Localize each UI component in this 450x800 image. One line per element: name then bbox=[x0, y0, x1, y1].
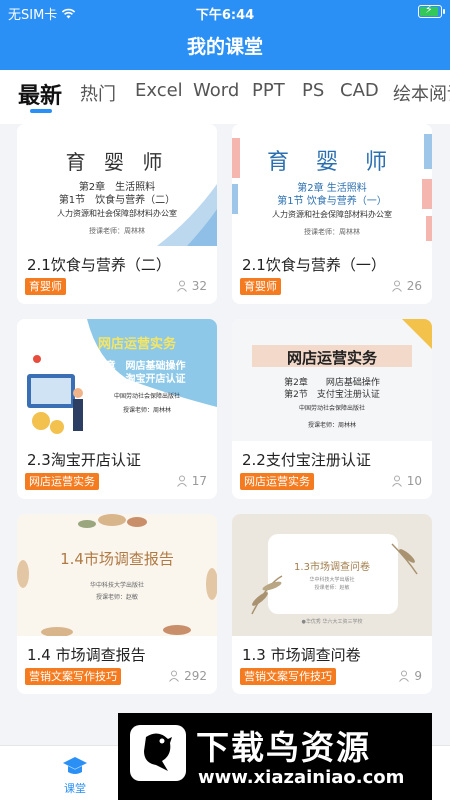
tab-ppt[interactable]: PPT bbox=[252, 80, 285, 101]
tab-cad[interactable]: CAD bbox=[340, 80, 379, 101]
watermark-url: www.xiazainiao.com bbox=[198, 767, 405, 788]
nav-classroom-label: 课堂 bbox=[64, 782, 86, 795]
learner-count: 9 bbox=[398, 669, 422, 683]
thumb-heading: 育 婴 师 bbox=[65, 150, 169, 174]
thumb-line: 授课老师：周林林 bbox=[89, 227, 145, 235]
category-tabs: 最新 热门 Excel Word PPT PS CAD 绘本阅读 bbox=[0, 70, 450, 124]
thumb-heading: 网店运营实务 bbox=[286, 349, 377, 367]
course-title: 2.2支付宝注册认证 bbox=[242, 451, 371, 469]
learner-count: 10 bbox=[391, 474, 422, 488]
thumb-decoration bbox=[17, 514, 217, 636]
course-thumbnail: 网店运营实务 第2章 网店基础操作 第3节 淘宝开店认证 中国劳动社会保障出版社… bbox=[17, 319, 217, 441]
learner-count-value: 10 bbox=[406, 474, 422, 488]
course-thumbnail: 育 婴 师 第2章 生活照料 第1节 饮食与营养（二） 人力资源和社会保障部材料… bbox=[17, 124, 217, 246]
tab-hot[interactable]: 热门 bbox=[80, 80, 116, 106]
thumb-line: ●华优秀 华六大工资三学校 bbox=[301, 619, 363, 625]
course-title: 2.1饮食与营养（一） bbox=[242, 256, 386, 274]
learner-count-value: 292 bbox=[184, 669, 207, 683]
thumb-heading: 育 婴 师 bbox=[267, 150, 397, 175]
active-tab-indicator bbox=[30, 109, 52, 113]
thumb-line: 人力资源和社会保障部材料办公室 bbox=[272, 210, 392, 219]
thumb-line: 中国劳动社会保障出版社 bbox=[113, 393, 180, 400]
person-icon bbox=[176, 280, 187, 292]
thumb-line: 授课老师：周林林 bbox=[122, 407, 171, 414]
course-tag: 网店运营实务 bbox=[25, 473, 99, 490]
clock: 下午6:44 bbox=[195, 8, 255, 23]
tab-latest[interactable]: 最新 bbox=[18, 78, 62, 110]
battery-icon: ⚡ bbox=[418, 3, 445, 18]
thumb-line: 第3节 淘宝开店认证 bbox=[88, 374, 186, 385]
thumb-line: 授课老师：周林林 bbox=[304, 228, 360, 236]
course-title: 2.3淘宝开店认证 bbox=[27, 451, 141, 469]
nav-classroom[interactable]: 课堂 bbox=[45, 754, 105, 796]
course-tag: 营销文案写作技巧 bbox=[240, 668, 336, 685]
course-tag: 网店运营实务 bbox=[240, 473, 314, 490]
course-title: 2.1饮食与营养（二） bbox=[27, 256, 171, 274]
thumb-line: 授课老师：周林林 bbox=[307, 422, 356, 429]
person-icon bbox=[399, 670, 410, 682]
person-icon bbox=[391, 280, 402, 292]
course-card[interactable]: 育 婴 师 第2章 生活照料 第1节 饮食与营养（一） 人力资源和社会保障部材料… bbox=[232, 124, 432, 304]
course-thumbnail: 1.4市场调查报告 华中科技大学出版社 授课老师：赵敏 bbox=[17, 514, 217, 636]
thumb-line: 第2节 支付宝注册认证 bbox=[284, 390, 380, 400]
page-title: 我的课堂 bbox=[0, 24, 450, 70]
course-tag: 育婴师 bbox=[240, 278, 281, 295]
thumb-line: 华中科技大学出版社 bbox=[309, 577, 355, 583]
graduation-cap-icon bbox=[63, 757, 87, 774]
thumb-line: 授课老师：赵敏 bbox=[314, 585, 350, 591]
thumb-heading: 1.4市场调查报告 bbox=[60, 550, 174, 568]
learner-count: 32 bbox=[176, 279, 207, 293]
thumb-line: 第1节 饮食与营养（二） bbox=[58, 195, 176, 206]
learner-count: 292 bbox=[168, 669, 207, 683]
learner-count-value: 26 bbox=[406, 279, 422, 293]
thumb-heading: 网店运营实务 bbox=[97, 337, 176, 352]
thumb-heading: 1.3市场调查问卷 bbox=[294, 562, 370, 573]
course-title: 1.4 市场调查报告 bbox=[27, 646, 146, 664]
course-card[interactable]: 网店运营实务 第2章 网店基础操作 第2节 支付宝注册认证 中国劳动社会保障出版… bbox=[232, 319, 432, 499]
tab-word[interactable]: Word bbox=[193, 80, 239, 101]
tab-ps[interactable]: PS bbox=[302, 80, 324, 101]
learner-count: 17 bbox=[176, 474, 207, 488]
course-card[interactable]: 育 婴 师 第2章 生活照料 第1节 饮食与营养（二） 人力资源和社会保障部材料… bbox=[17, 124, 217, 304]
watermark-banner: 下载鸟资源 www.xiazainiao.com bbox=[118, 713, 432, 800]
person-icon bbox=[391, 475, 402, 487]
person-icon bbox=[169, 670, 179, 682]
course-thumbnail: 网店运营实务 第2章 网店基础操作 第2节 支付宝注册认证 中国劳动社会保障出版… bbox=[232, 319, 432, 441]
thumb-line: 授课老师：赵敏 bbox=[95, 594, 138, 601]
learner-count-value: 9 bbox=[414, 669, 422, 683]
course-card[interactable]: 网店运营实务 第2章 网店基础操作 第3节 淘宝开店认证 中国劳动社会保障出版社… bbox=[17, 319, 217, 499]
course-title: 1.3 市场调查问卷 bbox=[242, 646, 361, 664]
course-card[interactable]: 1.3市场调查问卷 华中科技大学出版社 授课老师：赵敏 ●华优秀 华六大工资三学… bbox=[232, 514, 432, 694]
course-thumbnail: 育 婴 师 第2章 生活照料 第1节 饮食与营养（一） 人力资源和社会保障部材料… bbox=[232, 124, 432, 246]
tab-excel[interactable]: Excel bbox=[135, 80, 183, 101]
learner-count-value: 17 bbox=[191, 474, 207, 488]
person-icon bbox=[176, 475, 187, 487]
course-tag: 营销文案写作技巧 bbox=[25, 668, 121, 685]
learner-count-value: 32 bbox=[191, 279, 207, 293]
status-bar: 无SIM卡 下午6:44 ⚡ bbox=[0, 0, 450, 24]
course-card[interactable]: 1.4市场调查报告 华中科技大学出版社 授课老师：赵敏 1.4 市场调查报告 营… bbox=[17, 514, 217, 694]
learner-count: 26 bbox=[391, 279, 422, 293]
thumb-line: 华中科技大学出版社 bbox=[89, 582, 144, 589]
course-thumbnail: 1.3市场调查问卷 华中科技大学出版社 授课老师：赵敏 ●华优秀 华六大工资三学… bbox=[232, 514, 432, 636]
thumb-line: 第1节 饮食与营养（一） bbox=[277, 196, 387, 207]
bird-logo-icon bbox=[130, 725, 186, 781]
tab-picture-book[interactable]: 绘本阅读 bbox=[393, 80, 450, 106]
watermark-title: 下载鸟资源 bbox=[196, 728, 371, 767]
thumb-line: 人力资源和社会保障部材料办公室 bbox=[57, 209, 177, 218]
thumb-line: 中国劳动社会保障出版社 bbox=[298, 405, 365, 412]
course-tag: 育婴师 bbox=[25, 278, 66, 295]
